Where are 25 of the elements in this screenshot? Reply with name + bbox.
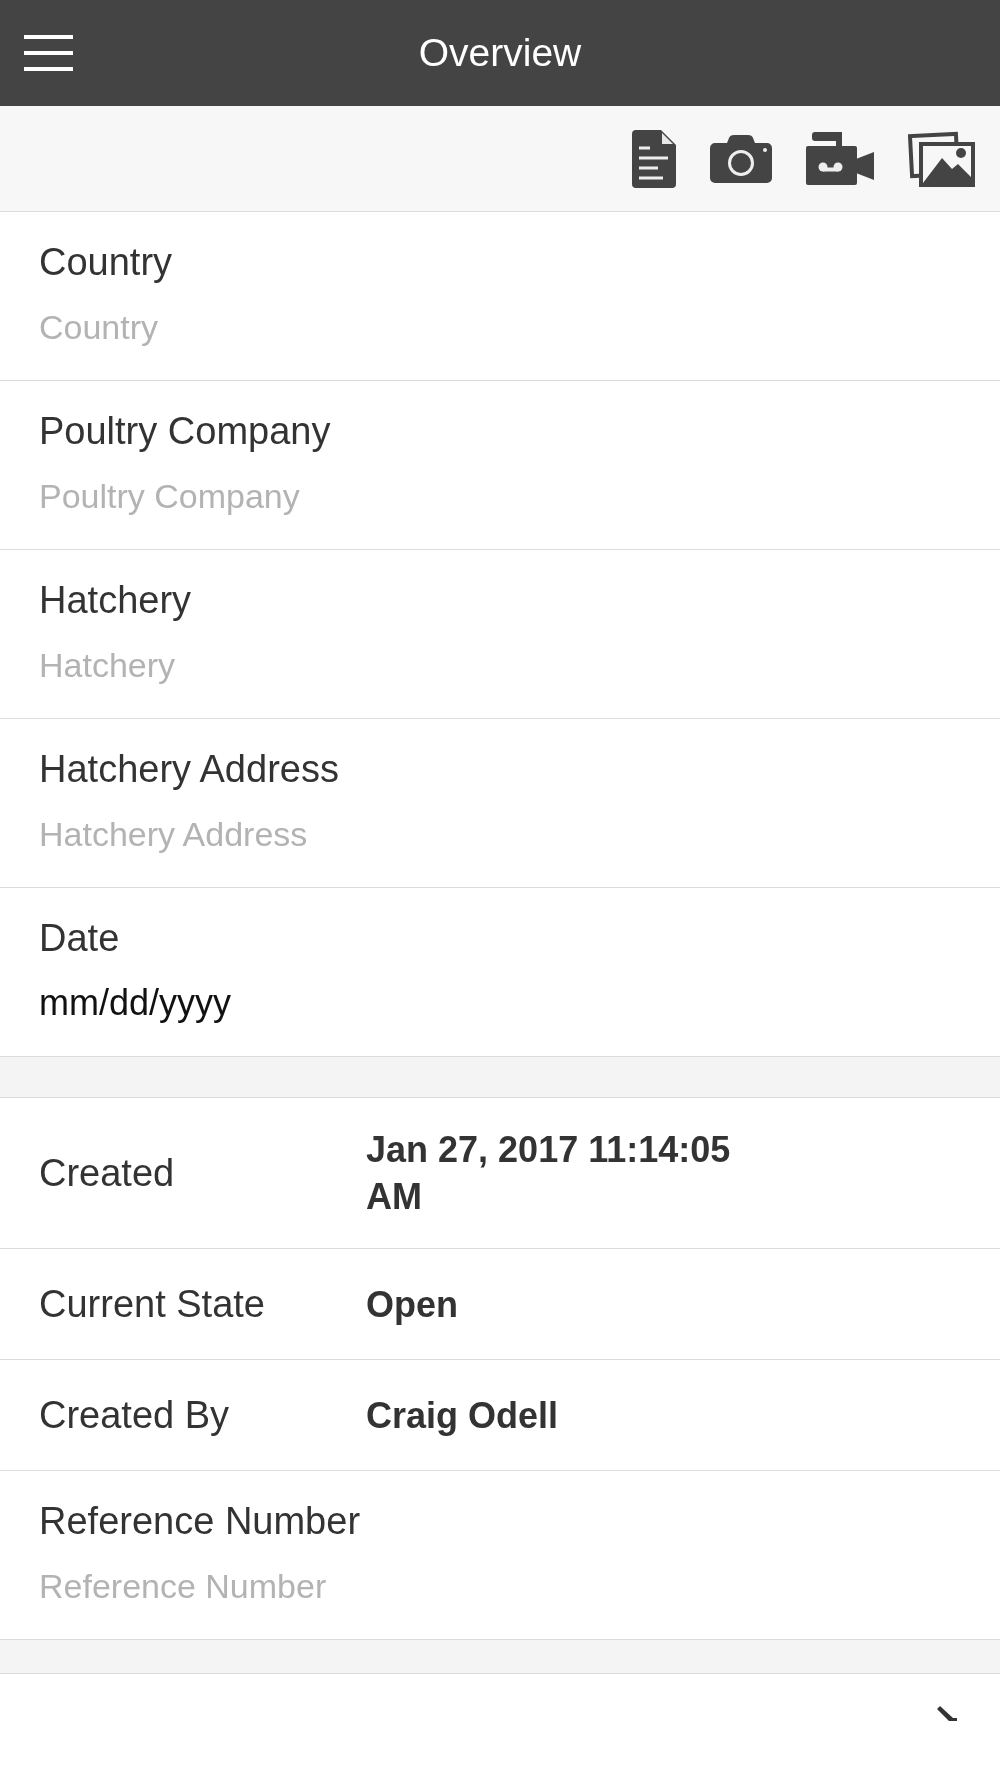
input-field[interactable]: Country xyxy=(39,307,961,347)
field-label: Poultry Company xyxy=(39,409,331,453)
detail-label: Created By xyxy=(39,1392,230,1438)
video-camera-icon[interactable] xyxy=(806,132,874,185)
detail-value: Craig Odell xyxy=(366,1393,559,1438)
detail-value: Open xyxy=(366,1282,458,1327)
date-input-field[interactable]: mm/dd/yyyy xyxy=(39,983,961,1023)
image-gallery-icon[interactable] xyxy=(908,130,976,187)
document-icon[interactable] xyxy=(632,129,676,188)
diagonal-stroke-icon xyxy=(937,1706,957,1721)
input-field[interactable]: Poultry Company xyxy=(39,476,961,516)
detail-label: Current State xyxy=(39,1281,265,1327)
detail-value: Jan 27, 2017 11:14:05 AM xyxy=(366,1128,732,1219)
field-label: Hatchery xyxy=(39,578,192,622)
input-field[interactable]: Hatchery xyxy=(39,645,961,685)
camera-icon[interactable] xyxy=(710,134,772,183)
field-label: Hatchery Address xyxy=(39,747,339,791)
field-label: Date xyxy=(39,916,120,960)
input-field[interactable]: Reference Number xyxy=(39,1566,961,1606)
field-label: Country xyxy=(39,240,173,284)
field-label: Reference Number xyxy=(39,1499,361,1543)
menu-icon[interactable] xyxy=(24,35,73,71)
detail-label: Created xyxy=(39,1150,175,1196)
input-field[interactable]: Hatchery Address xyxy=(39,814,961,854)
page-title: Overview xyxy=(418,30,582,76)
